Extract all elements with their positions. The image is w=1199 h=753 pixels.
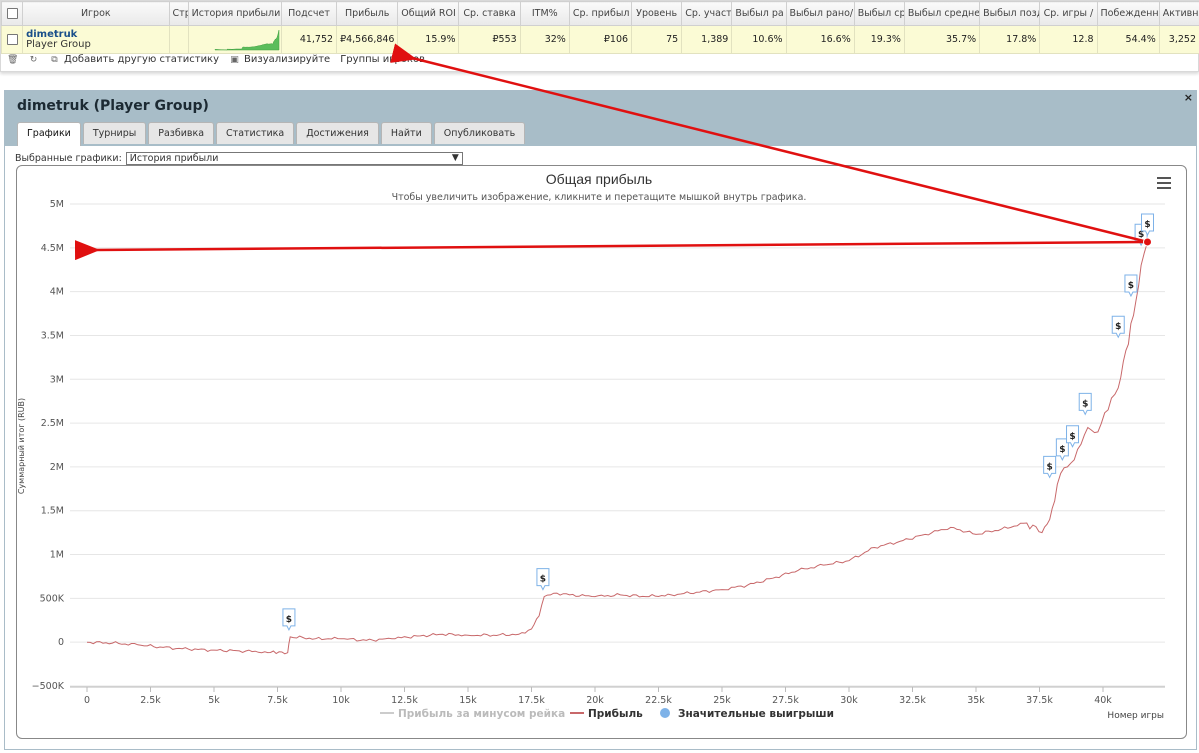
y-tick-label: −500K — [32, 681, 65, 692]
profit-chart[interactable]: Общая прибыль Чтобы увеличить изображени… — [0, 0, 1199, 753]
significant-win-marker[interactable]: $ — [282, 608, 296, 632]
arrow-to-table — [390, 43, 1148, 244]
significant-win-marker[interactable]: $ — [1078, 392, 1092, 416]
y-tick-label: 3.5M — [41, 330, 64, 341]
x-tick-label: 32.5k — [899, 695, 926, 706]
svg-text:$: $ — [286, 615, 292, 625]
chart-legend: Прибыль за минусом рейка Прибыль Значитель… — [380, 708, 834, 720]
y-tick-label: 1M — [50, 550, 64, 561]
legend-item[interactable]: Значительные выигрыши — [660, 708, 834, 720]
significant-win-marker[interactable]: $ — [1043, 455, 1057, 479]
y-tick-label: 0 — [58, 637, 64, 648]
x-tick-label: 30k — [840, 695, 858, 706]
arrow-to-axis — [74, 240, 1148, 261]
y-tick-label: 500K — [40, 593, 65, 604]
svg-text:$: $ — [540, 575, 546, 585]
x-tick-label: 40k — [1094, 695, 1112, 706]
svg-text:$: $ — [1047, 462, 1053, 472]
x-tick-label: 35k — [967, 695, 985, 706]
y-tick-label: 2.5M — [41, 418, 64, 429]
legend-item[interactable]: Прибыль — [570, 708, 643, 720]
x-tick-label: 37.5k — [1026, 695, 1053, 706]
x-tick-label: 15k — [459, 695, 477, 706]
x-tick-label: 12.5k — [391, 695, 418, 706]
menu-icon[interactable] — [1157, 177, 1171, 189]
endpoint-dot — [1143, 237, 1153, 247]
chart-title: Общая прибыль — [546, 171, 652, 187]
svg-text:$: $ — [1082, 399, 1088, 409]
y-tick-label: 4.5M — [41, 243, 64, 254]
x-tick-label: 22.5k — [645, 695, 672, 706]
x-axis-label: Номер игры — [1107, 711, 1164, 721]
svg-text:$: $ — [1069, 432, 1075, 442]
y-tick-label: 5M — [50, 199, 64, 210]
x-tick-label: 0 — [84, 695, 90, 706]
significant-win-marker[interactable]: $ — [536, 568, 550, 591]
svg-text:Прибыль: Прибыль — [588, 708, 643, 720]
x-tick-label: 25k — [713, 695, 731, 706]
y-tick-label: 1.5M — [41, 506, 64, 517]
svg-text:$: $ — [1059, 445, 1065, 455]
significant-win-marker[interactable]: $ — [1111, 315, 1125, 339]
svg-text:Значительные выигрыши: Значительные выигрыши — [678, 708, 834, 720]
y-tick-label: 3M — [50, 374, 64, 385]
y-tick-label: 2M — [50, 462, 64, 473]
y-tick-label: 4M — [50, 287, 64, 298]
y-axis-label: Суммарный итог (RUB) — [17, 398, 26, 494]
x-tick-label: 2.5k — [140, 695, 161, 706]
x-tick-label: 5k — [208, 695, 220, 706]
chart-subtitle: Чтобы увеличить изображение, кликните и … — [392, 192, 807, 203]
x-tick-label: 7.5k — [267, 695, 288, 706]
svg-text:$: $ — [1128, 281, 1134, 291]
svg-text:$: $ — [1144, 220, 1150, 230]
svg-text:Прибыль за минусом рейка: Прибыль за минусом рейка — [398, 708, 565, 720]
series-line-profit[interactable] — [86, 241, 1148, 655]
x-tick-label: 10k — [332, 695, 350, 706]
x-tick-label: 27.5k — [772, 695, 799, 706]
significant-win-marker[interactable]: $ — [1124, 274, 1138, 298]
legend-item[interactable]: Прибыль за минусом рейка — [380, 708, 565, 720]
svg-text:$: $ — [1115, 322, 1121, 332]
x-tick-label: 20k — [586, 695, 604, 706]
annotation-arrows — [74, 43, 1153, 261]
x-tick-label: 17.5k — [518, 695, 545, 706]
